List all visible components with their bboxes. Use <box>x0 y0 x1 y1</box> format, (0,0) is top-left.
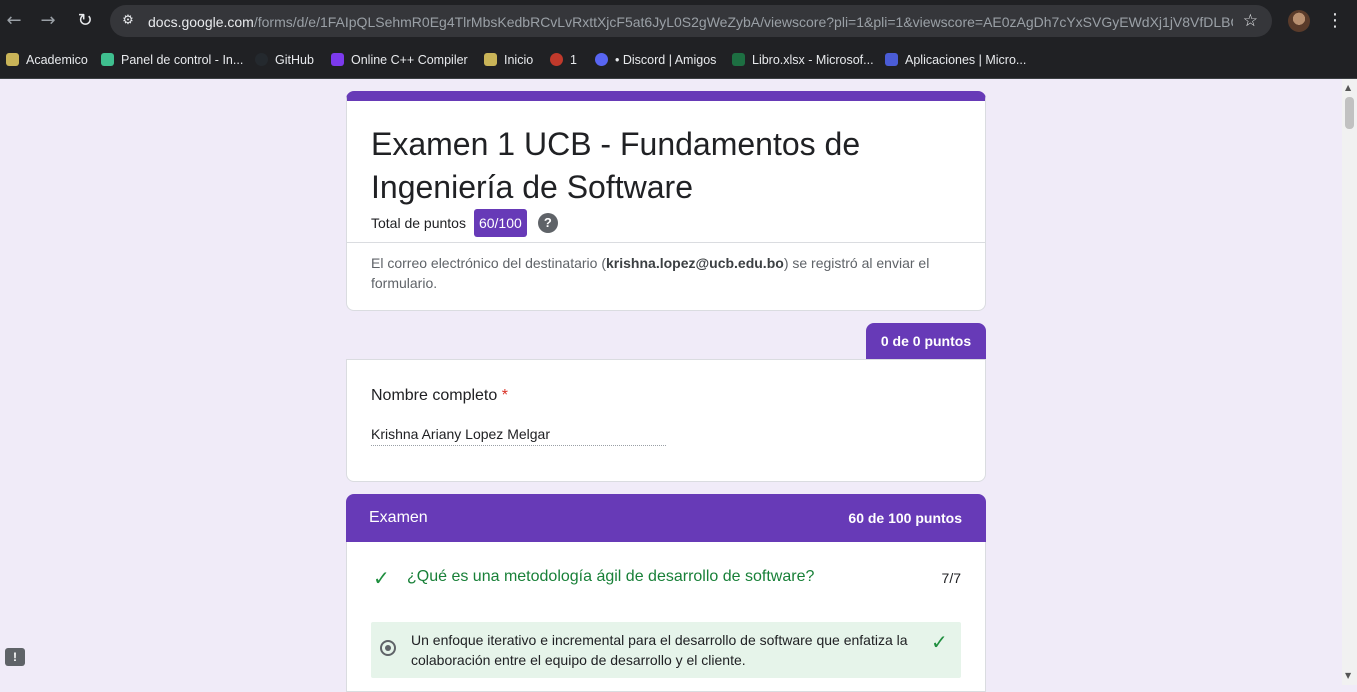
radio-selected-icon <box>380 640 396 656</box>
bookmark-favicon-icon <box>550 53 563 66</box>
bookmark-cpp-compiler[interactable]: Online C++ Compiler <box>331 51 468 69</box>
header-divider <box>347 242 985 243</box>
bookmark-discord[interactable]: • Discord | Amigos <box>595 51 716 69</box>
bookmark-aplicaciones[interactable]: Aplicaciones | Micro... <box>885 51 1026 69</box>
question-score: 7/7 <box>941 570 961 586</box>
bookmark-star-icon[interactable]: ☆ <box>1243 11 1258 31</box>
bookmarks-bar: Academico Panel de control - In... GitHu… <box>0 42 1357 79</box>
total-score-badge: 60/100 <box>473 209 527 237</box>
question-text: ¿Qué es una metodología ágil de desarrol… <box>407 568 815 585</box>
question-card-name: Nombre completo * Krishna Ariany Lopez M… <box>346 359 986 482</box>
site-settings-icon[interactable]: ⚙ <box>120 13 136 29</box>
option-text: Un enfoque iterativo e incremental para … <box>411 632 908 668</box>
form-title: Examen 1 UCB - Fundamentos de Ingeniería… <box>371 126 861 205</box>
more-menu-icon[interactable]: ⋮ <box>1326 10 1344 31</box>
excel-icon <box>732 53 745 66</box>
bookmark-favicon-icon <box>101 53 114 66</box>
form-header-card: Examen 1 UCB - Fundamentos de Ingeniería… <box>346 91 986 311</box>
bookmark-academico[interactable]: Academico <box>6 51 88 69</box>
bookmark-favicon-icon <box>331 53 344 66</box>
scrollbar-thumb[interactable] <box>1345 97 1354 129</box>
bookmark-favicon-icon <box>6 53 19 66</box>
bookmark-favicon-icon <box>484 53 497 66</box>
question-label: Nombre completo * <box>371 387 508 404</box>
bookmark-panel-control[interactable]: Panel de control - In... <box>101 51 243 69</box>
scroll-up-icon[interactable]: ▲ <box>1345 83 1351 92</box>
section-title: Examen <box>369 509 428 526</box>
exam-section-header: Examen 60 de 100 puntos <box>346 494 986 542</box>
browser-toolbar: ← → ↻ ⚙ docs.google.com/forms/d/e/1FAIpQ… <box>0 0 1357 42</box>
help-icon[interactable]: ? <box>537 213 558 233</box>
reload-icon[interactable]: ↻ <box>73 9 97 33</box>
scroll-down-icon[interactable]: ▼ <box>1345 671 1351 680</box>
total-points-row: Total de puntos 60/100 ? <box>371 208 558 238</box>
github-icon <box>255 53 268 66</box>
question-card: ✓ ¿Qué es una metodología ágil de desarr… <box>346 542 986 692</box>
forward-icon[interactable]: → <box>36 9 60 33</box>
total-points-label: Total de puntos <box>371 215 466 231</box>
section-score: 60 de 100 puntos <box>848 510 962 526</box>
page-scrollbar[interactable]: ▲ ▼ <box>1342 79 1357 685</box>
bookmark-libro-xlsx[interactable]: Libro.xlsx - Microsof... <box>732 51 874 69</box>
email-notice: El correo electrónico del destinatario (… <box>371 255 930 291</box>
correct-check-icon: ✓ <box>373 566 390 590</box>
section-points-tab: 0 de 0 puntos <box>866 323 986 359</box>
discord-icon <box>595 53 608 66</box>
bookmark-favicon-icon <box>885 53 898 66</box>
address-bar[interactable]: ⚙ docs.google.com/forms/d/e/1FAIpQLSehmR… <box>110 5 1272 37</box>
report-feedback-icon[interactable]: ! <box>5 648 25 666</box>
recipient-email: krishna.lopez@ucb.edu.bo <box>606 255 784 271</box>
bookmark-1[interactable]: 1 <box>550 51 577 69</box>
bookmark-inicio[interactable]: Inicio <box>484 51 533 69</box>
back-icon[interactable]: ← <box>2 9 26 33</box>
required-asterisk: * <box>501 387 508 404</box>
bookmark-github[interactable]: GitHub <box>255 51 314 69</box>
selected-option: Un enfoque iterativo e incremental para … <box>371 622 961 678</box>
option-correct-icon: ✓ <box>931 630 948 654</box>
url-text[interactable]: docs.google.com/forms/d/e/1FAIpQLSehmR0E… <box>148 13 1233 31</box>
profile-avatar[interactable] <box>1288 10 1310 32</box>
answer-text: Krishna Ariany Lopez Melgar <box>371 426 666 446</box>
